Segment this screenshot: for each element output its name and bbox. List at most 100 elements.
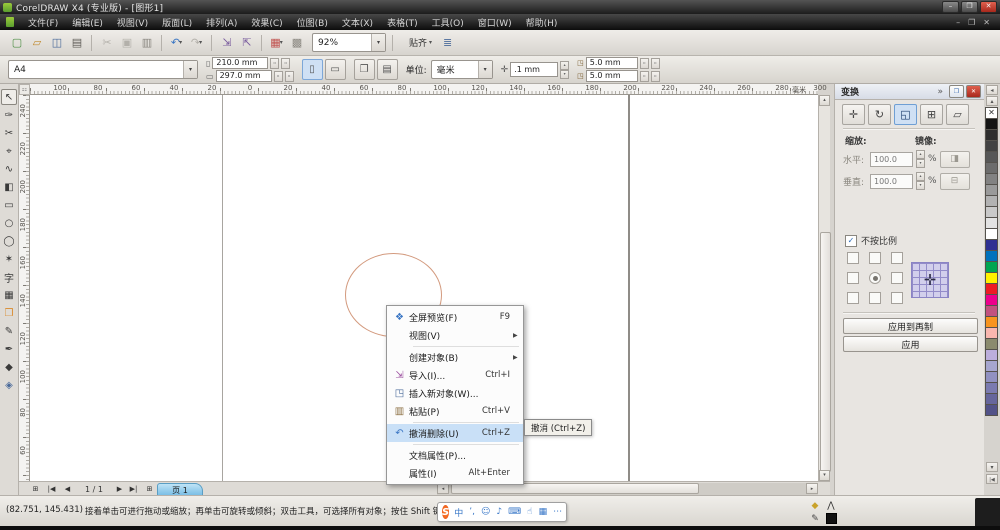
context-menu-item[interactable]: ⇲ 导入(I)... Ctrl+I — [387, 366, 523, 384]
toolbar-icon[interactable] — [91, 35, 92, 51]
shape-tool[interactable]: ✑ — [1, 107, 17, 123]
anchor-cell[interactable] — [891, 272, 903, 284]
paper-height-field[interactable]: 297.0 mm — [216, 70, 272, 82]
anchor-cell[interactable] — [891, 252, 903, 264]
ime-toolbox-icon[interactable]: ▦ — [539, 507, 548, 517]
pick-tool[interactable]: ↖ — [1, 89, 17, 105]
context-menu-item[interactable]: 创建对象(B) ▶ — [387, 348, 523, 366]
polygon-tool[interactable]: ◯ — [1, 233, 17, 249]
first-page-button[interactable]: |◀ — [45, 483, 58, 495]
anchor-cell[interactable] — [869, 292, 881, 304]
outline-pen-tool[interactable]: ✒ — [1, 341, 17, 357]
outline-color-swatch[interactable] — [826, 513, 837, 524]
paper-size-combo[interactable]: A4 ▾ — [8, 60, 198, 79]
paste-icon[interactable]: ▥ — [138, 34, 155, 51]
vertical-ruler[interactable]: 240 220 200 180 160 140 120 100 80 60 — [19, 95, 30, 481]
anchor-cell[interactable] — [847, 292, 859, 304]
basic-shapes-tool[interactable]: ✶ — [1, 251, 17, 267]
interactive-fill-tool[interactable]: ◈ — [1, 377, 17, 393]
anchor-cell[interactable] — [869, 252, 881, 264]
context-menu-item[interactable]: ❖ 全屏预览(F) F9 — [387, 308, 523, 326]
transform-size-icon[interactable]: ⊞ — [920, 104, 943, 125]
palette-flyout-button[interactable]: ◂ — [986, 85, 998, 95]
horizontal-ruler[interactable]: 100 80 60 40 20 0 20 40 60 80 100 120 14… — [30, 84, 818, 95]
fill-tool[interactable]: ◆ — [1, 359, 17, 375]
import-icon[interactable]: ⇲ — [218, 34, 235, 51]
apply-button[interactable]: 应用 — [843, 336, 978, 352]
doc-close-button[interactable]: ✕ — [983, 18, 990, 27]
menu-item[interactable]: 编辑(E) — [72, 16, 103, 29]
paper-width-field[interactable]: 210.0 mm — [212, 57, 268, 69]
toolbar-icon[interactable] — [161, 35, 162, 51]
menu-item[interactable]: 帮助(H) — [526, 16, 558, 29]
non-proportional-checkbox[interactable]: ✓ — [845, 235, 857, 247]
spin-down-button[interactable]: ▾ — [560, 70, 569, 79]
transform-position-icon[interactable]: ✛ — [842, 104, 865, 125]
vertical-scroll-thumb[interactable] — [820, 232, 831, 472]
context-menu-item[interactable]: ↶ 撤消删除(U) Ctrl+Z — [387, 424, 523, 442]
stepper-button[interactable]: ▫ — [274, 71, 283, 82]
smart-fill-tool[interactable]: ◧ — [1, 179, 17, 195]
chevron-down-icon[interactable]: ▾ — [183, 61, 197, 78]
restore-button[interactable]: ❐ — [961, 1, 978, 13]
spin-down-button[interactable]: ▾ — [916, 159, 925, 168]
print-icon[interactable]: ▤ — [68, 34, 85, 51]
close-button[interactable]: ✕ — [980, 1, 997, 13]
menu-item[interactable]: 文本(X) — [342, 16, 373, 29]
transform-skew-icon[interactable]: ▱ — [946, 104, 969, 125]
scroll-up-button[interactable]: ▴ — [819, 95, 830, 106]
rectangle-tool[interactable]: ▭ — [1, 197, 17, 213]
anchor-cell-center-selected[interactable] — [869, 272, 881, 284]
apply-to-duplicate-button[interactable]: 应用到再制 — [843, 318, 978, 334]
eyedropper-tool[interactable]: ✎ — [1, 323, 17, 339]
transform-rotate-icon[interactable]: ↻ — [868, 104, 891, 125]
menu-item[interactable]: 排列(A) — [206, 16, 237, 29]
spin-down-button[interactable]: ▾ — [916, 181, 925, 190]
palette-scroll-down-button[interactable]: ▾ — [986, 462, 998, 472]
menu-item[interactable]: 窗口(W) — [478, 16, 512, 29]
anchor-cell[interactable] — [847, 272, 859, 284]
open-icon[interactable]: ▱ — [28, 34, 45, 51]
stepper-button[interactable]: ▫ — [651, 71, 660, 82]
menu-item[interactable]: 文件(F) — [28, 16, 58, 29]
anchor-point-grid[interactable] — [847, 252, 904, 305]
zoom-tool[interactable]: ⌖ — [1, 143, 17, 159]
duplicate-y-field[interactable]: 5.0 mm — [586, 70, 638, 82]
spin-up-button[interactable]: ▴ — [916, 172, 925, 181]
copy-icon[interactable]: ▣ — [118, 34, 135, 51]
ime-punctuation-icon[interactable]: ’, — [469, 507, 475, 517]
context-menu-item[interactable]: 视图(V) ▶ — [387, 326, 523, 344]
cut-icon[interactable]: ✂ — [98, 34, 115, 51]
welcome-screen-icon[interactable]: ▩ — [288, 34, 305, 51]
ime-mode-icon[interactable]: 中 — [454, 506, 463, 519]
new-document-icon[interactable]: ▢ — [8, 34, 25, 51]
ime-handwriting-icon[interactable]: ☝ — [527, 507, 532, 517]
ime-more-icon[interactable]: ⋯ — [553, 507, 562, 517]
anchor-cell[interactable] — [891, 292, 903, 304]
blend-tool[interactable]: ❒ — [1, 305, 17, 321]
menu-item[interactable]: 效果(C) — [251, 16, 282, 29]
toolbar-icon[interactable] — [261, 35, 262, 51]
docker-close-button[interactable]: ✕ — [966, 85, 981, 98]
vertical-scale-field[interactable]: 100.0 — [870, 174, 913, 189]
context-menu-item[interactable]: ▥ 粘贴(P) Ctrl+V — [387, 402, 523, 420]
palette-expand-button[interactable]: |◀ — [986, 474, 998, 484]
minimize-button[interactable]: – — [942, 1, 959, 13]
menu-item[interactable]: 工具(O) — [432, 16, 464, 29]
palette-swatch[interactable] — [985, 404, 998, 416]
add-page-button[interactable]: ⊞ — [29, 483, 42, 495]
ime-voice-icon[interactable]: ♪ — [496, 507, 502, 517]
table-tool[interactable]: ▦ — [1, 287, 17, 303]
stepper-button[interactable]: ▫ — [640, 58, 649, 69]
mirror-vertical-button[interactable]: ⊟ — [940, 173, 970, 190]
duplicate-x-field[interactable]: 5.0 mm — [586, 57, 638, 69]
docker-restore-button[interactable]: ❐ — [949, 85, 964, 98]
spin-up-button[interactable]: ▴ — [560, 61, 569, 70]
nudge-offset-field[interactable]: .1 mm — [510, 62, 558, 77]
next-page-button[interactable]: ▶ — [113, 483, 126, 495]
mirror-horizontal-button[interactable]: ◨ — [940, 151, 970, 168]
menu-item[interactable]: 版面(L) — [162, 16, 192, 29]
ruler-origin-button[interactable]: ⚏ — [19, 84, 30, 95]
toolbar-icon[interactable] — [211, 35, 212, 51]
stepper-button[interactable]: ▫ — [640, 71, 649, 82]
